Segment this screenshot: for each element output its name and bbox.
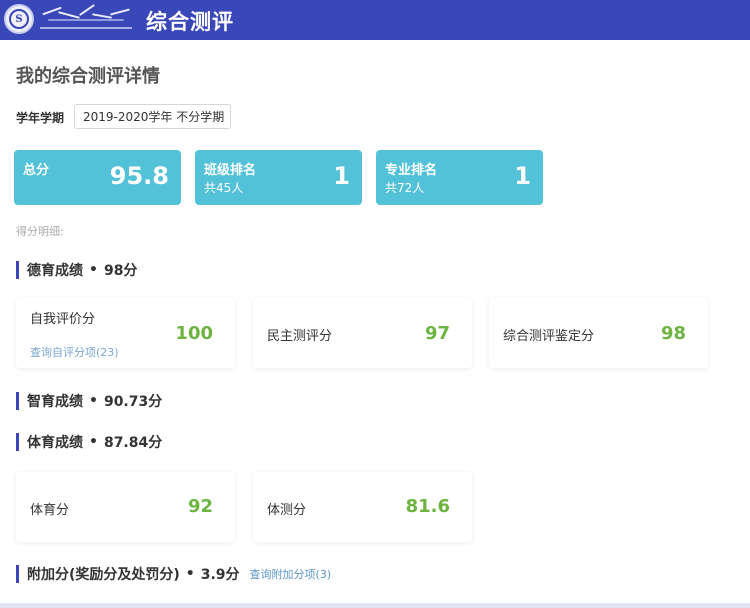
class-rank-card: 班级排名 共45人 1 xyxy=(195,150,362,205)
section-marker xyxy=(16,565,19,583)
header-title: 综合测评 xyxy=(146,10,234,34)
section-score: 3.9分 xyxy=(200,567,240,583)
stat-value: 95.8 xyxy=(109,162,169,190)
term-select[interactable]: 2019-2020学年 不分学期 ⌄ xyxy=(74,104,231,129)
item-card-appraisal: 综合测评鉴定分 98 xyxy=(489,298,708,368)
item-card-fitness-test: 体测分 81.6 xyxy=(253,472,472,542)
item-label: 体测分 xyxy=(267,503,307,518)
stat-value: 1 xyxy=(333,162,350,190)
item-label: 体育分 xyxy=(30,503,70,518)
item-value: 100 xyxy=(175,323,213,344)
detail-label: 得分明细: xyxy=(16,225,64,238)
section-name: 附加分(奖励分及处罚分) xyxy=(27,567,180,583)
stat-sub: 共72人 xyxy=(385,181,425,195)
term-select-value: 2019-2020学年 不分学期 xyxy=(83,110,225,124)
university-emblem-icon: S xyxy=(4,4,34,34)
item-card-self-eval: 自我评价分 100 查询自评分项(23) xyxy=(16,298,235,368)
item-card-pe-score: 体育分 92 xyxy=(16,472,235,542)
section-marker xyxy=(16,392,19,410)
university-logo-script xyxy=(40,4,132,26)
item-label: 自我评价分 xyxy=(30,312,96,327)
item-value: 92 xyxy=(187,496,213,517)
section-separator: • xyxy=(185,566,195,582)
section-score: 90.73分 xyxy=(103,394,163,410)
section-intellect: 智育成绩 • 90.73分 xyxy=(16,391,162,411)
university-english-name xyxy=(40,27,132,29)
section-marker xyxy=(16,261,19,279)
section-score: 87.84分 xyxy=(103,435,163,451)
item-card-democratic-eval: 民主测评分 97 xyxy=(253,298,472,368)
section-name: 体育成绩 xyxy=(27,435,83,451)
section-marker xyxy=(16,433,19,451)
page-title: 我的综合测评详情 xyxy=(16,66,160,87)
section-separator: • xyxy=(89,262,98,278)
stat-label: 班级排名 xyxy=(204,163,257,178)
section-bonus: 附加分(奖励分及处罚分) • 3.9分 查询附加分项(3) xyxy=(16,564,331,584)
bottom-edge xyxy=(0,603,750,608)
term-label: 学年学期 xyxy=(16,111,65,125)
item-value: 97 xyxy=(424,323,450,344)
section-separator: • xyxy=(89,434,98,450)
section-score: 98分 xyxy=(103,263,138,279)
section-name: 智育成绩 xyxy=(27,394,83,410)
item-label: 综合测评鉴定分 xyxy=(503,329,595,344)
self-eval-items-link[interactable]: 查询自评分项(23) xyxy=(30,344,119,360)
item-value: 81.6 xyxy=(405,496,450,517)
section-physical: 体育成绩 • 87.84分 xyxy=(16,432,162,452)
stat-label: 总分 xyxy=(23,163,50,178)
item-label: 民主测评分 xyxy=(267,329,333,344)
stat-value: 1 xyxy=(514,162,531,190)
bonus-items-link[interactable]: 查询附加分项(3) xyxy=(250,566,332,582)
item-value: 98 xyxy=(660,323,686,344)
emblem-letter: S xyxy=(9,9,29,29)
total-score-card: 总分 95.8 xyxy=(14,150,181,205)
stat-label: 专业排名 xyxy=(385,163,438,178)
chevron-down-icon: ⌄ xyxy=(214,111,223,122)
section-moral: 德育成绩 • 98分 xyxy=(16,260,137,280)
app-header: S 综合测评 xyxy=(0,0,750,40)
section-name: 德育成绩 xyxy=(27,263,83,279)
major-rank-card: 专业排名 共72人 1 xyxy=(376,150,543,205)
stat-sub: 共45人 xyxy=(204,181,244,195)
section-separator: • xyxy=(89,393,98,409)
